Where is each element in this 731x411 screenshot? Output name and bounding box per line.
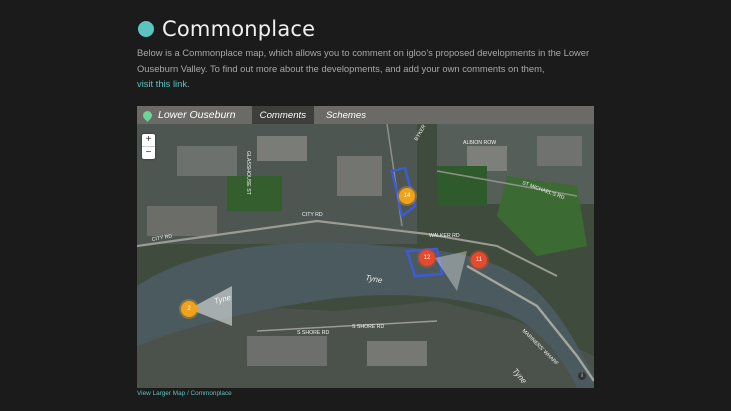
zoom-in-button[interactable]: + [142,134,155,146]
satellite-map[interactable]: ALBION ROW ST MICHAEL'S RD CITY RD CITY … [137,106,594,388]
building-block [537,136,582,166]
comment-cluster-11[interactable]: 11 [471,252,487,268]
park-green [227,176,282,211]
building-block [367,341,427,366]
label-walker-rd: WALKER RD [429,233,460,239]
intro-paragraph: Below is a Commonplace map, which allows… [137,45,597,92]
comment-cluster-2[interactable]: 2 [181,301,197,317]
label-shore-rd-west: S SHORE RD [297,330,330,336]
tab-schemes[interactable]: Schemes [318,106,374,124]
building-block [337,156,382,196]
zoom-controls: + − [142,134,155,159]
zoom-out-button[interactable]: − [142,146,155,159]
page-title: Commonplace [162,17,316,41]
label-city-rd: CITY RD [302,212,323,218]
info-icon[interactable]: i [578,372,586,380]
location-pin-icon [141,108,154,122]
commonplace-logo-icon [138,21,154,37]
comment-cluster-12[interactable]: 12 [419,250,435,266]
map-toolbar: Lower Ouseburn Comments Schemes [137,106,594,124]
building-block [177,146,237,176]
view-larger-map-link[interactable]: View Larger Map / Commonplace [137,390,232,397]
visit-link[interactable]: visit this link [137,78,187,89]
tab-comments[interactable]: Comments [251,106,315,124]
label-albion-row: ALBION ROW [463,140,496,146]
building-block [147,206,217,236]
intro-text: Below is a Commonplace map, which allows… [137,47,590,74]
building-block [257,136,307,161]
building-block [247,336,327,366]
label-glasshouse: GLASSHOUSE ST [245,151,251,196]
map-title: Lower Ouseburn [158,109,236,121]
map-embed[interactable]: Lower Ouseburn Comments Schemes ALBION R… [137,106,594,388]
label-s-shore-rd: S SHORE RD [352,324,385,330]
comment-cluster-14[interactable]: 14 [399,188,415,204]
intro-end: . [187,78,190,90]
page-header: Commonplace [138,14,315,44]
